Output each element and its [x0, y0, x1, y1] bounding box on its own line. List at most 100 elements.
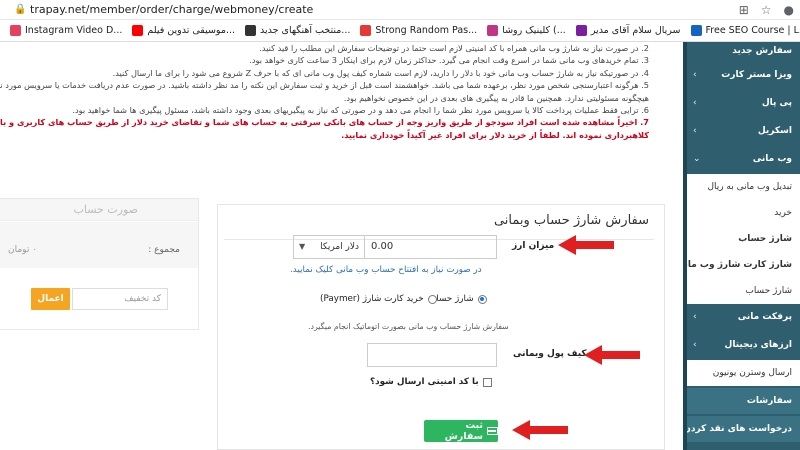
checkbox[interactable] — [482, 377, 492, 387]
bookmark-item[interactable]: منتخب آهنگهای جدید... — [245, 25, 350, 36]
sidebar-item[interactable]: ‹ اسکریل — [687, 118, 800, 144]
sidebar-item[interactable]: ‹ ارزهای دیجیتال — [687, 332, 800, 358]
note-line: 6. ترایی فقط عملیات پرداخت کالا یا سرویس… — [0, 104, 649, 116]
bookmark-label: Strong Random Pas... — [375, 25, 478, 36]
amount-input[interactable]: 0.00 — [364, 235, 497, 259]
sidebar-item[interactable]: سفارشات — [687, 388, 800, 414]
invoice-title: صورت حساب — [0, 199, 198, 221]
sidebar-item[interactable]: شارژ حساب — [687, 226, 800, 252]
radio-selected-icon[interactable] — [477, 294, 487, 304]
lock-icon[interactable]: 🔒 — [14, 4, 26, 15]
bookmark-favicon-icon — [690, 25, 702, 36]
sidebar-item[interactable]: ‹ ویزا مستر کارت — [687, 62, 800, 88]
bookmark-favicon-icon — [10, 25, 21, 36]
sidebar-item-label: پی پال — [761, 98, 792, 108]
note-line: هیچگونه مسئولیتی ندارد. همچنین ما قادر ب… — [0, 92, 649, 104]
note-text: هیچگونه مسئولیتی ندارد. همچنین ما قادر ب… — [343, 92, 649, 103]
currency-select[interactable]: ▼ دلار امریکا — [293, 235, 365, 259]
translate-icon[interactable]: ⊞ — [739, 3, 749, 17]
note-text: ترایی فقط عملیات پرداخت کالا یا سرویس مو… — [72, 105, 639, 116]
chevron-left-icon: ‹ — [693, 126, 697, 136]
bookmark-favicon-icon — [245, 25, 256, 36]
note-line: 7. اخیراً مشاهده شده است افراد سودجو از … — [0, 116, 649, 128]
credit-card-icon — [487, 427, 498, 435]
bookmark-favicon-icon — [487, 25, 499, 36]
sidebar-item-label: شارژ حساب — [738, 234, 792, 244]
chevron-left-icon: ‹ — [693, 312, 697, 322]
chevron-down-icon: ⌄ — [693, 154, 701, 164]
note-text: در صورت نیاز به شارژ وب مانی همراه با کد… — [259, 43, 639, 53]
open-account-link[interactable]: در صورت نیاز به افتتاح حساب وب مانی کلیک… — [290, 265, 482, 275]
sidebar-item-label: خرید — [774, 208, 792, 218]
total-label: مجموع : — [148, 245, 180, 255]
bookmark-label: موسیقی تدوین فیلم... — [147, 25, 235, 36]
sidebar-item[interactable]: ‹ پی پال — [687, 90, 800, 116]
sidebar-item-label: اسکریل — [757, 126, 792, 136]
sidebar-item-label: ارزهای دیجیتال — [724, 340, 792, 350]
submit-order-button[interactable]: ثبت سفارش — [424, 420, 498, 442]
security-code-checkbox-row[interactable]: با کد امنیتی ارسال شود؟ — [370, 377, 500, 387]
radio-account-charge[interactable]: شارژ حساب — [428, 294, 487, 304]
form-title: سفارش شارژ حساب وبمانی — [493, 213, 649, 228]
bookmark-label: Instagram Video D... — [25, 25, 123, 36]
bookmark-item[interactable]: موسیقی تدوین فیلم... — [132, 25, 235, 36]
bookmark-label: کلینیک روشا (... — [502, 25, 566, 36]
sidebar-item-label: تبدیل وب مانی به ریال — [707, 182, 792, 192]
note-text: کلاهبرداری نموده اند. لطفاً از خرید دلار… — [341, 129, 649, 140]
wallet-label: کیف پول وبمانی — [513, 349, 587, 359]
coupon-input[interactable]: کد تخفیف — [72, 288, 168, 310]
note-line: 4. در صورتیکه نیاز به شارژ حساب وب مانی … — [0, 67, 649, 79]
sidebar-item[interactable]: شارژ حساب — [687, 278, 800, 304]
bookmarks-bar: Instagram Video D... موسیقی تدوین فیلم...… — [0, 20, 800, 42]
arrow-icon — [512, 420, 568, 440]
sidebar: سفارش جدید ‹ ویزا مستر کارت ‹ پی پال ‹ اسکریل ⌄… — [683, 42, 800, 450]
radio-card-label: خرید کارت شارژ (Paymer) — [320, 294, 424, 304]
note-text: در صورتیکه نیاز به شارژ حساب وب مانی خود… — [112, 67, 639, 78]
sidebar-item[interactable]: ⌄ وب مانی — [687, 146, 800, 172]
note-number: 4. — [641, 67, 649, 78]
sidebar-item-label: شارژ حساب — [745, 286, 792, 296]
currency-value: دلار امریکا — [320, 242, 359, 252]
bookmark-item[interactable]: Strong Random Pas... — [360, 25, 477, 36]
note-line: 5. هرگونه اعتبارسنجی شخص مورد نظر، برعهد… — [0, 79, 649, 91]
bookmark-item[interactable]: سریال سلام آقای مدیر — [575, 25, 681, 36]
note-number: 7. — [640, 117, 649, 128]
sidebar-item[interactable]: تبدیل وب مانی به ریال — [687, 174, 800, 200]
chevron-left-icon: ‹ — [693, 70, 697, 80]
radio-buy-card[interactable]: خرید کارت شارژ (Paymer) — [320, 294, 437, 304]
note-number: 3. — [641, 55, 649, 66]
bookmark-item[interactable]: Free SEO Course | L... — [690, 25, 800, 36]
bookmark-favicon-icon — [360, 25, 372, 36]
sidebar-item[interactable]: سفارش جدید — [687, 42, 800, 60]
sidebar-item[interactable]: شارژ کارت شارژ وب مانی — [687, 252, 800, 278]
sidebar-item[interactable]: خرید — [687, 200, 800, 226]
profile-icon[interactable]: ● — [784, 3, 794, 17]
submit-label: ثبت سفارش — [444, 420, 484, 442]
sidebar-item-label: ارسال وسترن یونیون — [712, 368, 792, 378]
sidebar-item-label: پرفکت مانی — [737, 312, 792, 322]
bookmark-favicon-icon — [575, 25, 587, 36]
url-text[interactable]: trapay.net/member/order/charge/webmoney/… — [30, 3, 313, 16]
auto-charge-hint: سفارش شارژ حساب وب مانی بصورت اتوماتیک ا… — [308, 322, 509, 331]
chevron-left-icon: ‹ — [693, 98, 697, 108]
note-number: 2. — [641, 43, 649, 53]
radio-unselected-icon[interactable] — [427, 294, 437, 304]
sidebar-item-label: شارژ کارت شارژ وب مانی — [687, 260, 792, 270]
sidebar-item-label: سفارشات — [746, 396, 792, 406]
note-text: تمام خریدهای وب مانی شما در اسرع وقت انج… — [249, 55, 639, 66]
arrow-icon — [584, 345, 640, 365]
bookmark-item[interactable]: کلینیک روشا (... — [487, 25, 566, 36]
apply-coupon-button[interactable]: اعمال — [31, 288, 70, 310]
sidebar-item[interactable]: درخواست های نقد کردن — [687, 416, 800, 442]
sidebar-item-label: سفارش جدید — [732, 46, 792, 56]
sidebar-item[interactable]: ‹ پرفکت مانی — [687, 304, 800, 330]
note-text: هرگونه اعتبارسنجی شخص مورد نظر، برعهده ش… — [0, 80, 639, 91]
security-code-label: با کد امنیتی ارسال شود؟ — [370, 377, 479, 387]
sidebar-item[interactable]: ارسال وسترن یونیون — [687, 360, 800, 386]
bookmark-item[interactable]: Instagram Video D... — [10, 25, 122, 36]
star-icon[interactable]: ☆ — [761, 3, 772, 17]
address-bar[interactable]: 🔒 trapay.net/member/order/charge/webmone… — [0, 0, 800, 20]
bookmark-favicon-icon — [132, 25, 144, 36]
wallet-input[interactable] — [367, 343, 497, 367]
invoice-card: صورت حساب مجموع : ۰ تومان کد تخفیف اعمال — [0, 198, 199, 330]
